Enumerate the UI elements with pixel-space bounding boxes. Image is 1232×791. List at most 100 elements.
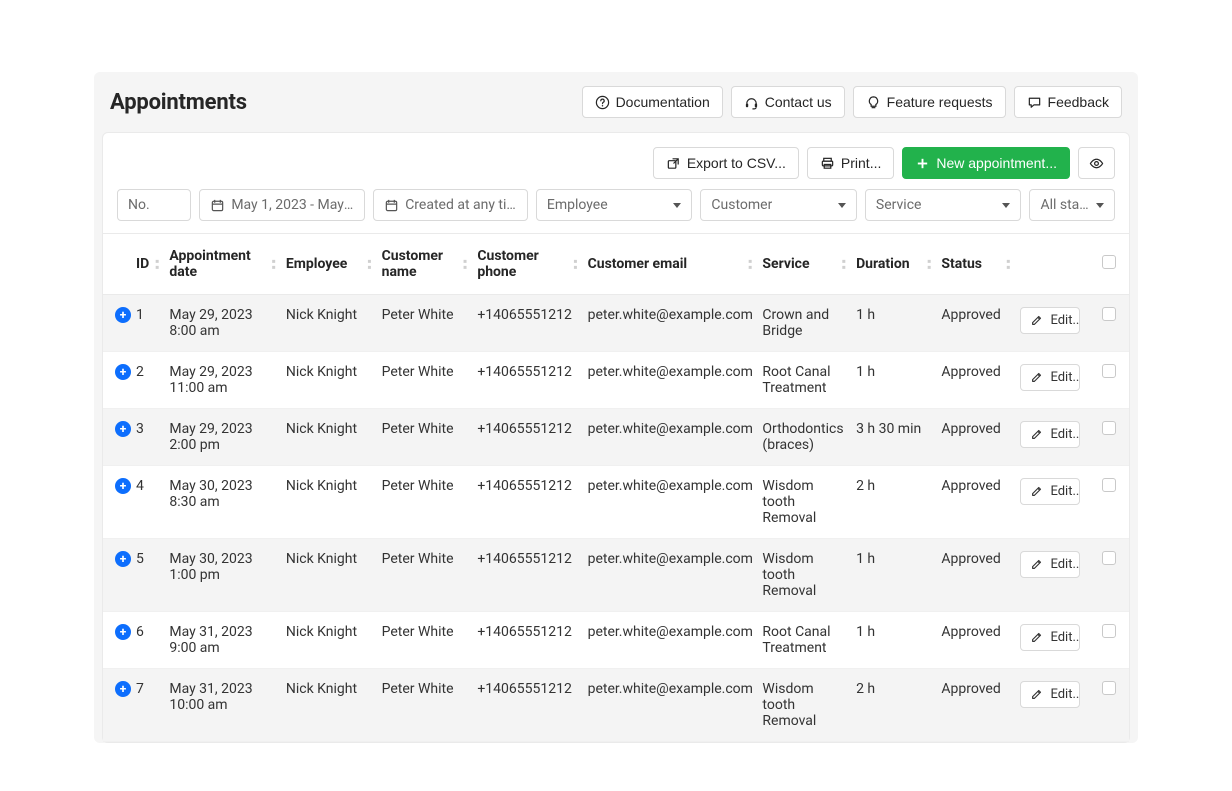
select-row-checkbox[interactable] [1102,478,1116,492]
cell-appointment-date: May 30, 20231:00 pm [163,539,280,612]
cell-customer-email: peter.white@example.com [582,669,757,742]
sort-icon[interactable]: ▪▪ [842,258,846,270]
edit-label: Edit... [1050,557,1080,572]
calendar-icon [210,198,225,213]
search-number-input[interactable]: No. [117,189,191,221]
edit-appointment-button[interactable]: Edit... [1020,681,1080,708]
columns-visibility-button[interactable] [1078,147,1115,179]
date-range-picker[interactable]: May 1, 2023 - May 3... [199,189,365,221]
sort-icon[interactable]: ▪▪ [573,258,577,270]
sort-icon[interactable]: ▪▪ [155,258,159,270]
service-filter-dropdown[interactable]: Service [865,189,1022,221]
sort-icon[interactable]: ▪▪ [1006,258,1010,270]
edit-appointment-button[interactable]: Edit... [1020,624,1080,651]
edit-label: Edit... [1050,687,1080,702]
feedback-button[interactable]: Feedback [1014,86,1122,118]
column-id[interactable]: ID▪▪ [130,234,163,295]
table-row: +3May 29, 20232:00 pmNick KnightPeter Wh… [103,409,1129,466]
cell-customer-name: Peter White [376,466,472,539]
column-customer-email[interactable]: Customer email▪▪ [582,234,757,295]
created-at-picker[interactable]: Created at any time [373,189,528,221]
cell-customer-email: peter.white@example.com [582,352,757,409]
cell-customer-name: Peter White [376,612,472,669]
select-row-checkbox[interactable] [1102,681,1116,695]
lightbulb-icon [866,95,881,110]
expand-row-button[interactable]: + [115,421,131,437]
placeholder-text: No. [128,197,150,213]
cell-customer-phone: +14065551212 [471,352,581,409]
cell-employee: Nick Knight [280,352,376,409]
feature-requests-button[interactable]: Feature requests [853,86,1006,118]
status-filter-dropdown[interactable]: All sta... [1029,189,1115,221]
select-row-checkbox[interactable] [1102,364,1116,378]
sort-icon[interactable]: ▪▪ [272,258,276,270]
column-select-all[interactable] [1089,234,1129,295]
cell-appointment-date: May 29, 20238:00 am [163,295,280,352]
edit-label: Edit... [1050,370,1080,385]
column-customer-name[interactable]: Customer name▪▪ [376,234,472,295]
select-row-checkbox[interactable] [1102,421,1116,435]
sort-icon[interactable]: ▪▪ [367,258,371,270]
sort-icon[interactable]: ▪▪ [748,258,752,270]
cell-customer-phone: +14065551212 [471,539,581,612]
expand-row-button[interactable]: + [115,364,131,380]
edit-appointment-button[interactable]: Edit... [1020,364,1080,391]
sort-icon[interactable]: ▪▪ [927,258,931,270]
cell-id: 7 [130,669,163,742]
column-customer-phone[interactable]: Customer phone▪▪ [471,234,581,295]
sort-icon[interactable]: ▪▪ [463,258,467,270]
column-appointment-date[interactable]: Appointment date▪▪ [163,234,280,295]
cell-customer-name: Peter White [376,295,472,352]
print-icon [820,156,835,171]
export-csv-button[interactable]: Export to CSV... [653,147,799,179]
cell-status: Approved [935,612,1014,669]
cell-customer-email: peter.white@example.com [582,612,757,669]
column-employee[interactable]: Employee▪▪ [280,234,376,295]
select-row-checkbox[interactable] [1102,624,1116,638]
cell-appointment-date: May 29, 202311:00 am [163,352,280,409]
cell-appointment-date: May 30, 20238:30 am [163,466,280,539]
button-label: New appointment... [936,155,1057,171]
customer-filter-dropdown[interactable]: Customer [700,189,857,221]
select-row-checkbox[interactable] [1102,551,1116,565]
cell-duration: 1 h [850,352,935,409]
expand-row-button[interactable]: + [115,681,131,697]
select-all-checkbox[interactable] [1102,255,1116,269]
table-row: +7May 31, 202310:00 amNick KnightPeter W… [103,669,1129,742]
edit-appointment-button[interactable]: Edit... [1020,478,1080,505]
edit-appointment-button[interactable]: Edit... [1020,551,1080,578]
expand-row-button[interactable]: + [115,624,131,640]
plus-icon [915,156,930,171]
edit-icon [1030,557,1045,572]
cell-id: 4 [130,466,163,539]
select-row-checkbox[interactable] [1102,307,1116,321]
cell-id: 6 [130,612,163,669]
documentation-button[interactable]: Documentation [582,86,723,118]
employee-filter-dropdown[interactable]: Employee [536,189,693,221]
cell-customer-name: Peter White [376,539,472,612]
expand-row-button[interactable]: + [115,551,131,567]
column-status[interactable]: Status▪▪ [935,234,1014,295]
edit-icon [1030,484,1045,499]
cell-customer-phone: +14065551212 [471,466,581,539]
cell-service: Wisdom tooth Removal [756,466,850,539]
appointments-table: ID▪▪ Appointment date▪▪ Employee▪▪ Custo… [103,233,1129,742]
edit-icon [1030,630,1045,645]
column-service[interactable]: Service▪▪ [756,234,850,295]
new-appointment-button[interactable]: New appointment... [902,147,1070,179]
expand-row-button[interactable]: + [115,478,131,494]
edit-appointment-button[interactable]: Edit... [1020,421,1080,448]
expand-row-button[interactable]: + [115,307,131,323]
column-duration[interactable]: Duration▪▪ [850,234,935,295]
cell-service: Wisdom tooth Removal [756,669,850,742]
edit-icon [1030,687,1045,702]
edit-appointment-button[interactable]: Edit... [1020,307,1080,334]
column-edit [1014,234,1089,295]
cell-employee: Nick Knight [280,466,376,539]
dropdown-value: Employee [547,197,608,213]
print-button[interactable]: Print... [807,147,894,179]
contact-us-button[interactable]: Contact us [731,86,845,118]
cell-employee: Nick Knight [280,295,376,352]
page-title: Appointments [110,90,247,115]
cell-id: 5 [130,539,163,612]
